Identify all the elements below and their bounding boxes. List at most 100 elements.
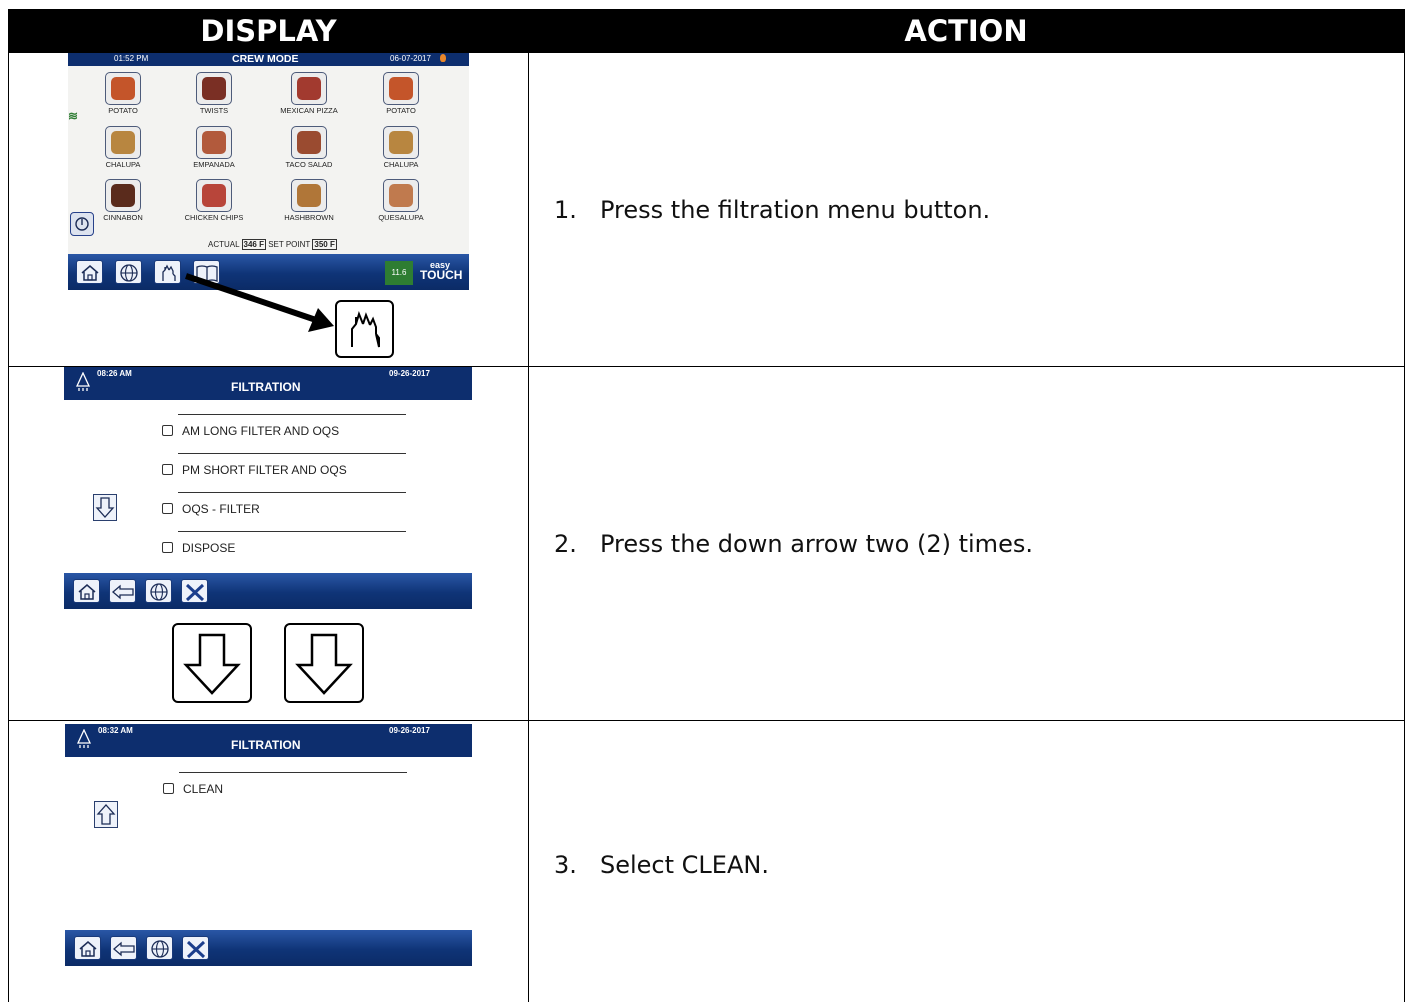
product-label: POTATO [386,106,416,115]
option-label: PM SHORT FILTER AND OQS [182,463,347,477]
screen-top-bar: 01:52 PM CREW MODE 06-07-2017 [68,53,469,66]
option-label: CLEAN [183,782,224,796]
globe-icon [151,940,169,958]
screen-bottom-bar [65,930,472,966]
down-arrow-icon [295,633,353,695]
globe-button[interactable] [115,260,142,284]
globe-button[interactable] [146,936,173,960]
product-image [383,179,419,212]
step-text: Press the filtration menu button. [600,196,991,224]
product-button[interactable]: CHALUPA [78,126,168,169]
back-arrow-icon [112,584,134,600]
product-label: EMPANADA [193,160,235,169]
step-number: 3. [554,851,577,879]
tools-button[interactable] [182,936,209,960]
tools-button[interactable] [181,579,208,603]
power-button[interactable] [70,212,94,236]
down-arrow-callout-2 [284,623,364,703]
product-button[interactable]: CHALUPA [356,126,446,169]
flame-icon [440,54,446,62]
option-checkbox[interactable] [162,464,173,475]
home-button[interactable] [73,579,100,603]
action-column-header: ACTION [904,14,1028,48]
option-divider [178,531,406,532]
option-divider [178,453,406,454]
screen-date: 06-07-2017 [390,54,431,63]
screen-title: CREW MODE [232,53,299,65]
product-button[interactable]: TWISTS [169,72,259,115]
step-text: Press the down arrow two (2) times. [600,530,1033,558]
product-button[interactable]: QUESALUPA [356,179,446,222]
screen-time: 08:26 AM [97,369,132,378]
heat-icon: ≋ [68,109,79,123]
product-label: TWISTS [199,106,229,115]
option-checkbox[interactable] [163,783,174,794]
display-column-header: DISPLAY [200,14,337,48]
hand-filter-icon [351,310,380,348]
product-image [291,72,327,105]
screen-title: FILTRATION [231,380,301,394]
product-label: TACO SALAD [285,160,333,169]
easytouch-logo: easy TOUCH [420,260,463,282]
globe-icon [120,264,138,282]
down-arrow-callout-1 [172,623,252,703]
hand-filter-icon [162,264,176,281]
filtration-button-callout [335,300,394,358]
scroll-up-button[interactable] [94,801,118,828]
up-arrow-icon [96,804,116,825]
product-image [105,72,141,105]
globe-button[interactable] [145,579,172,603]
option-label: DISPOSE [182,541,236,555]
home-button[interactable] [76,260,103,284]
product-button[interactable]: EMPANADA [169,126,259,169]
product-button[interactable]: HASHBROWN [264,179,354,222]
product-image [196,179,232,212]
option-checkbox[interactable] [162,542,173,553]
product-label: HASHBROWN [284,213,334,222]
temperature-readout: ACTUAL 346 F SET POINT 350 F [208,239,337,250]
crew-mode-screen: 01:52 PM CREW MODE 06-07-2017 ≋ POTATO TW… [68,53,469,290]
product-button[interactable]: POTATO [78,72,168,115]
product-button[interactable]: POTATO [356,72,446,115]
screen-bottom-bar [64,573,472,609]
filtration-screen-2: 08:32 AM FILTRATION 09-26-2017 CLEAN [65,724,472,966]
screen-top-bar: 08:32 AM FILTRATION 09-26-2017 [65,724,472,757]
product-label: MEXICAN PIZZA [280,106,338,115]
step-number: 2. [554,530,577,558]
down-arrow-icon [183,633,241,695]
action-step-2: 2. Press the down arrow two (2) times. [554,530,1033,558]
option-checkbox[interactable] [162,503,173,514]
scroll-down-button[interactable] [93,494,117,521]
action-step-1: 1. Press the filtration menu button. [554,196,990,224]
actual-value: 346 F [241,239,266,250]
option-divider [178,492,406,493]
action-step-3: 3. Select CLEAN. [554,851,769,879]
product-label: CHALUPA [383,160,419,169]
fryer-icon [75,372,91,391]
product-button[interactable]: CHICKEN CHIPS [169,179,259,222]
setpoint-value: 350 F [312,239,337,250]
column-divider [528,53,529,1002]
globe-icon [150,583,168,601]
screen-title: FILTRATION [231,738,301,752]
logo-bottom-text: TOUCH [420,268,463,282]
back-button[interactable] [109,579,136,603]
option-checkbox[interactable] [162,425,173,436]
product-image [196,126,232,159]
table-header: DISPLAY ACTION [9,9,1404,53]
product-button[interactable]: MEXICAN PIZZA [264,72,354,115]
product-image [383,72,419,105]
product-image [383,126,419,159]
product-button[interactable]: TACO SALAD [264,126,354,169]
callout-arrow [185,273,334,332]
product-image [291,126,327,159]
oil-level-badge: 11.6 [385,261,413,285]
product-label: CHICKEN CHIPS [184,213,244,222]
filtration-menu-button[interactable] [154,260,181,284]
back-arrow-icon [113,941,135,957]
option-divider [178,414,406,415]
back-button[interactable] [110,936,137,960]
home-icon [78,584,96,600]
home-button[interactable] [74,936,101,960]
tools-icon [185,583,205,602]
